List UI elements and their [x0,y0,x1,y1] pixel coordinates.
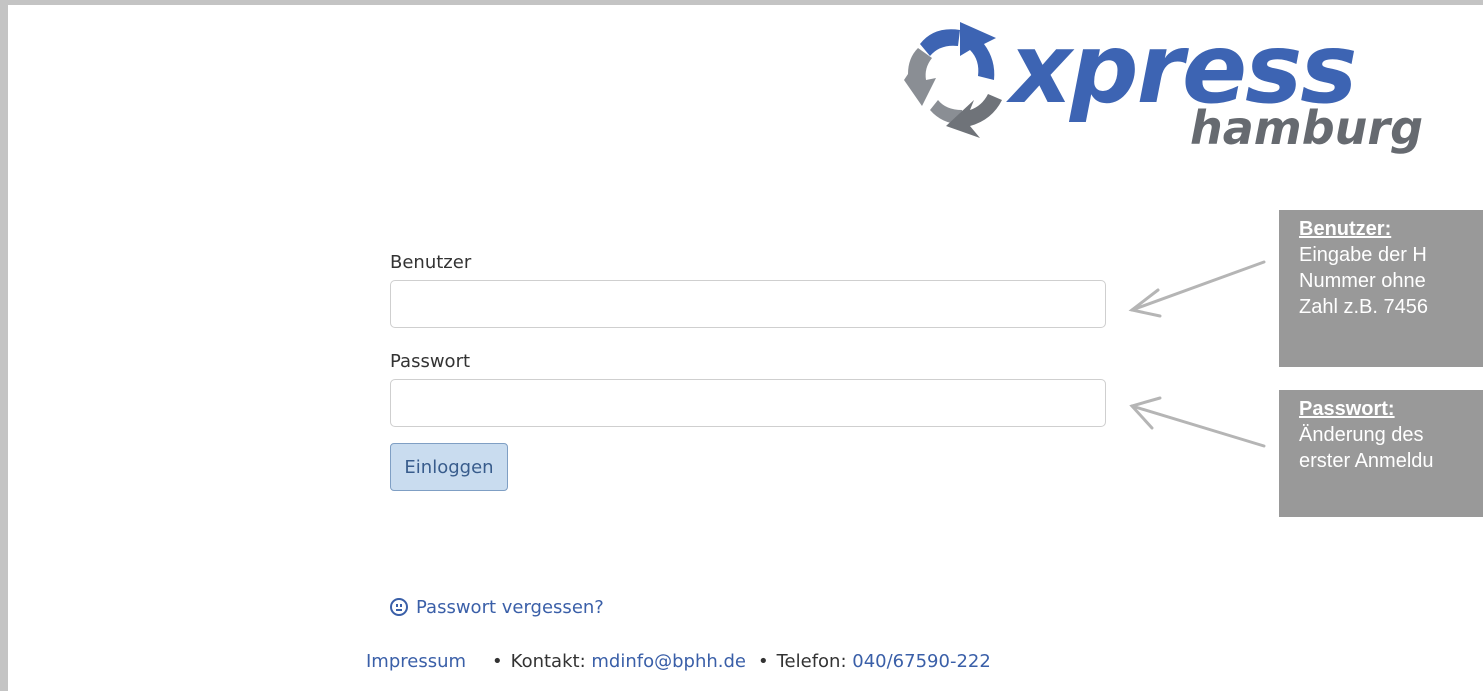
username-callout-arrow [1130,260,1266,312]
username-arrowhead [1128,288,1162,318]
callout-arrows [1128,260,1266,448]
